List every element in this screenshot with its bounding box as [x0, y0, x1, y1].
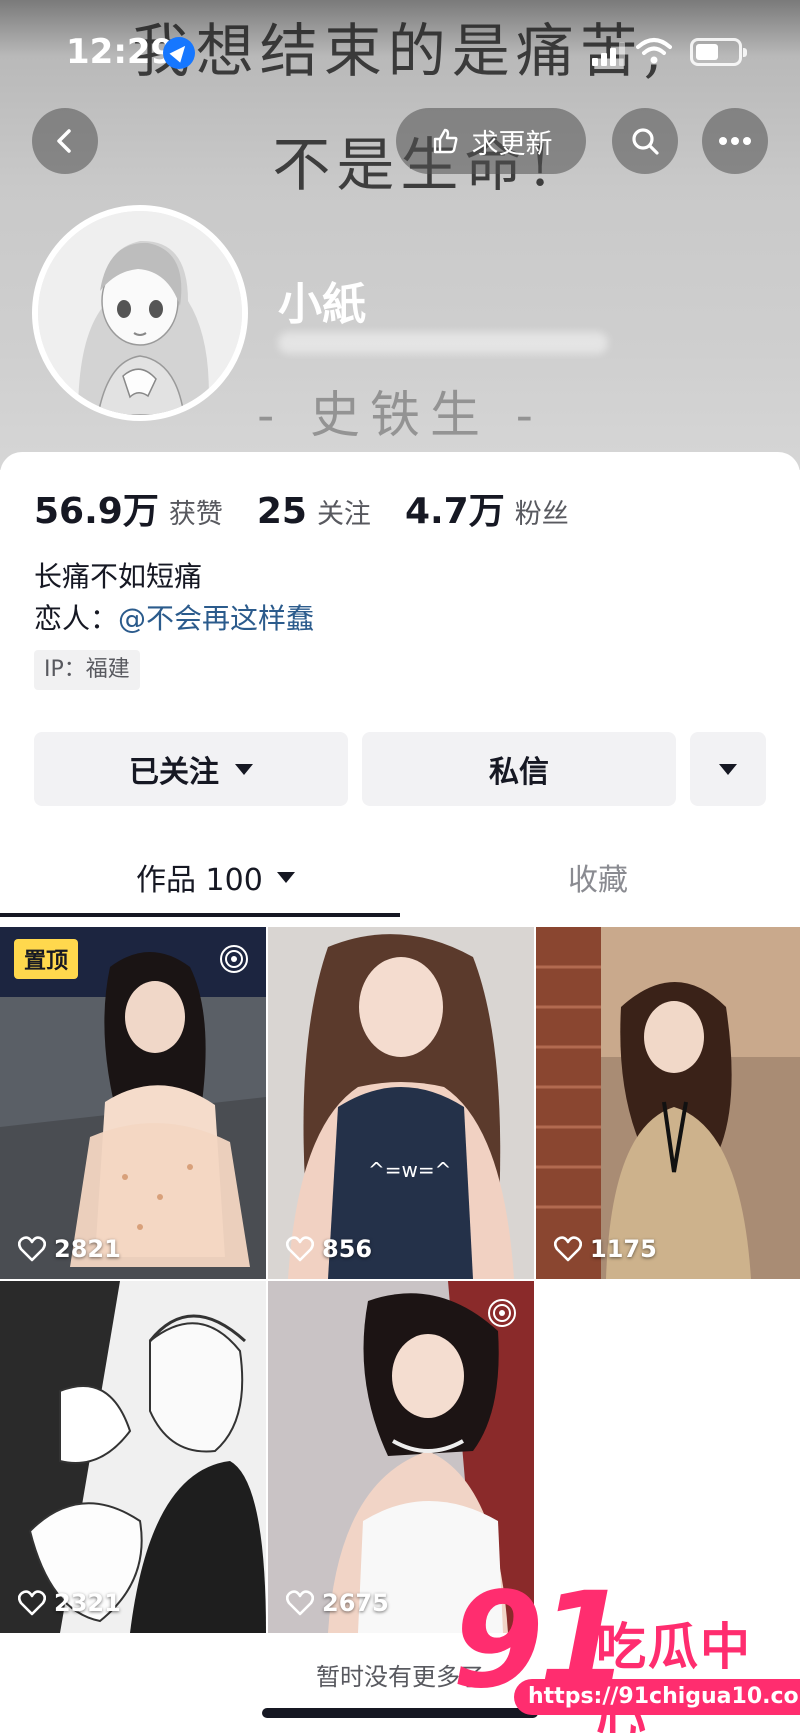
video-tile[interactable]: 置顶 2821 [0, 927, 266, 1279]
partner-line: 恋人：@不会再这样蠢 [34, 597, 314, 637]
likes-value: 856 [322, 1235, 373, 1263]
live-ring-icon [220, 945, 248, 973]
video-tile[interactable]: ^=w=^ 856 [268, 927, 534, 1279]
user-id-blurred [278, 332, 608, 354]
followed-button[interactable]: 已关注 [34, 732, 348, 806]
watermark-url: https://91chigua10.com [514, 1679, 800, 1715]
partner-link[interactable]: @不会再这样蠢 [118, 602, 314, 635]
likes-count: 1175 [554, 1235, 657, 1263]
status-bar: 12:29 [0, 0, 800, 100]
likes-value: 2675 [322, 1589, 389, 1617]
bio-text: 长痛不如短痛 [34, 560, 203, 593]
stat-followers-value: 4.7万 [404, 491, 505, 532]
stat-following[interactable]: 25 关注 [257, 491, 371, 532]
recommend-dropdown-button[interactable] [690, 732, 766, 806]
nickname: 小紙 [278, 279, 366, 330]
likes-value: 1175 [590, 1235, 657, 1263]
wifi-icon [636, 38, 672, 64]
watermark-logo: 91 吃瓜中心 https://91chigua10.com [452, 1575, 800, 1733]
tab-works[interactable]: 作品 100 [136, 837, 295, 917]
stat-followers-label: 粉丝 [514, 499, 569, 530]
message-label: 私信 [489, 755, 549, 790]
heart-icon [554, 1236, 582, 1262]
likes-count: 856 [286, 1235, 372, 1263]
tab-works-label: 作品 100 [136, 863, 263, 898]
signal-icon [592, 42, 626, 66]
content-tabs: 作品 100 收藏 [0, 837, 800, 917]
pinned-badge: 置顶 [14, 939, 79, 979]
stat-likes-value: 56.9万 [34, 491, 159, 532]
video-thumbnail [0, 1281, 266, 1633]
stats-row: 56.9万 获赞 25 关注 4.7万 粉丝 [34, 482, 603, 534]
battery-icon [690, 38, 747, 66]
video-thumbnail [0, 927, 266, 1279]
likes-count: 2321 [18, 1589, 121, 1617]
thumbs-up-icon [433, 128, 458, 154]
video-thumbnail: ^=w=^ [268, 927, 534, 1279]
caret-down-icon [276, 871, 295, 883]
search-icon [632, 128, 659, 155]
stat-likes[interactable]: 56.9万 获赞 [34, 482, 223, 534]
profile-card: 56.9万 获赞 25 关注 4.7万 粉丝 长痛不如短痛 恋人：@不会再这样蠢… [0, 452, 800, 1733]
back-button[interactable] [32, 108, 98, 174]
likes-value: 2821 [54, 1235, 121, 1263]
active-tab-indicator [0, 913, 400, 917]
video-tile[interactable]: 1175 [536, 927, 800, 1279]
stat-likes-label: 获赞 [168, 499, 223, 530]
request-update-button[interactable]: 求更新 [396, 108, 586, 174]
heart-icon [18, 1236, 46, 1262]
stat-following-label: 关注 [316, 499, 371, 530]
caret-down-icon [719, 763, 737, 775]
message-button[interactable]: 私信 [362, 732, 676, 806]
tab-collections[interactable]: 收藏 [568, 837, 628, 917]
likes-count: 2675 [286, 1589, 389, 1617]
likes-count: 2821 [18, 1235, 121, 1263]
more-options-button[interactable] [702, 108, 768, 174]
heart-icon [286, 1236, 314, 1262]
search-button[interactable] [612, 108, 678, 174]
avatar-illustration [38, 211, 242, 415]
stat-followers[interactable]: 4.7万 粉丝 [405, 482, 569, 534]
heart-icon [18, 1590, 46, 1616]
request-update-label: 求更新 [471, 128, 553, 160]
followed-label: 已关注 [129, 755, 219, 790]
location-arrow-icon [163, 37, 195, 69]
status-time: 12:29 [66, 32, 175, 72]
more-dots-icon [719, 137, 751, 145]
video-tile[interactable]: 2321 [0, 1281, 266, 1633]
video-thumbnail [536, 927, 800, 1279]
partner-prefix: 恋人： [34, 602, 119, 635]
likes-value: 2321 [54, 1589, 121, 1617]
svg-text:^=w=^: ^=w=^ [368, 1158, 451, 1182]
tab-collections-label: 收藏 [568, 863, 628, 898]
live-ring-icon [488, 1299, 516, 1327]
chevron-left-icon [57, 129, 71, 153]
ip-location-tag: IP：福建 [34, 650, 140, 690]
profile-banner: 我想结束的是痛苦, 不是生命! - 史铁生 - 12:29 求更新 [0, 0, 800, 470]
caret-down-icon [235, 763, 253, 775]
stat-following-value: 25 [256, 491, 307, 532]
heart-icon [286, 1590, 314, 1616]
avatar[interactable] [32, 205, 248, 421]
